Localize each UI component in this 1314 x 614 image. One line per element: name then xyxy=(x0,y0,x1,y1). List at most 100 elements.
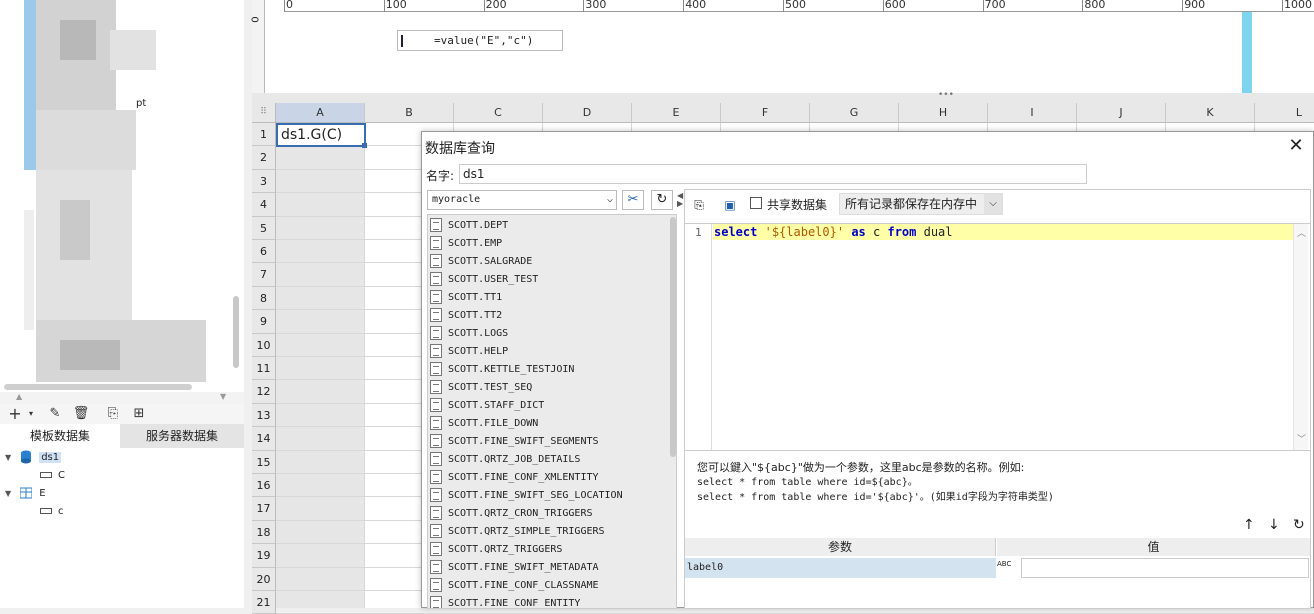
row-header-3[interactable]: 3 xyxy=(252,169,276,194)
row-header-17[interactable]: 17 xyxy=(252,497,276,521)
fill-handle[interactable] xyxy=(362,143,367,148)
sql-editor[interactable]: 1 select '${label0}' as c from dual ︿ ﹀ xyxy=(685,223,1310,451)
row-header-6[interactable]: 6 xyxy=(252,240,276,264)
table-item[interactable]: SCOTT.FINE_CONF_CLASSNAME xyxy=(430,577,599,595)
column-header-c[interactable]: C xyxy=(454,103,543,123)
table-item[interactable]: SCOTT.FINE_SWIFT_SEGMENTS xyxy=(430,433,599,451)
template-tree[interactable]: pt xyxy=(0,0,244,392)
editor-scrollbar[interactable]: ︿ ﹀ xyxy=(1293,224,1308,450)
row-header-1[interactable]: 1 xyxy=(252,123,276,147)
table-item[interactable]: SCOTT.FINE_CONF_ENTITY xyxy=(430,595,580,608)
row-header-15[interactable]: 15 xyxy=(252,450,276,474)
column-header-e[interactable]: E xyxy=(632,103,721,123)
table-item[interactable]: SCOTT.USER_TEST xyxy=(430,271,538,289)
row-header-2[interactable]: 2 xyxy=(252,146,276,170)
delete-icon[interactable]: 🗑 xyxy=(72,405,90,423)
arrow-up-icon[interactable]: ▲ xyxy=(16,392,22,401)
refresh-params-icon[interactable]: ↻ xyxy=(1293,517,1305,533)
close-icon[interactable]: ✕ xyxy=(1286,136,1306,156)
row-header-19[interactable]: 19 xyxy=(252,544,276,568)
table-item[interactable]: SCOTT.FINE_CONF_XMLENTITY xyxy=(430,469,599,487)
table-item[interactable]: SCOTT.HELP xyxy=(430,343,508,361)
panel-resize-bar[interactable]: ▲ ▼ xyxy=(0,392,244,404)
column-header-d[interactable]: D xyxy=(543,103,632,123)
table-item[interactable]: SCOTT.QRTZ_JOB_DETAILS xyxy=(430,451,580,469)
row-header-14[interactable]: 14 xyxy=(252,427,276,451)
name-input[interactable]: ds1 xyxy=(459,164,1087,184)
param-name-cell[interactable]: label0 xyxy=(685,558,996,578)
cell-a1[interactable]: ds1.G(C) xyxy=(276,123,367,148)
column-header-l[interactable]: L xyxy=(1255,103,1314,123)
save-sql-icon[interactable]: ▣ xyxy=(721,196,739,214)
expand-icon[interactable]: ▼ xyxy=(5,489,11,498)
chevron-down-icon[interactable]: ▾ xyxy=(22,405,40,423)
column-header-f[interactable]: F xyxy=(721,103,810,123)
move-down-icon[interactable]: ↓ xyxy=(1268,517,1280,533)
table-item[interactable]: SCOTT.DEPT xyxy=(430,217,508,235)
edit-icon[interactable]: ✎ xyxy=(46,405,64,423)
field-node[interactable]: c xyxy=(40,503,64,521)
table-item[interactable]: SCOTT.FINE_SWIFT_SEG_LOCATION xyxy=(430,487,623,505)
column-header-h[interactable]: H xyxy=(899,103,988,123)
table-item[interactable]: SCOTT.KETTLE_TESTJOIN xyxy=(430,361,574,379)
arrow-down-icon[interactable]: ▼ xyxy=(220,392,226,401)
column-header-g[interactable]: G xyxy=(810,103,899,123)
table-item[interactable]: SCOTT.QRTZ_TRIGGERS xyxy=(430,541,562,559)
string-type-icon[interactable]: ABC xyxy=(997,558,1019,578)
row-header-18[interactable]: 18 xyxy=(252,520,276,545)
column-header-k[interactable]: K xyxy=(1166,103,1255,123)
tree-vertical-scrollbar[interactable] xyxy=(233,296,239,368)
select-all-corner[interactable]: ⠿ xyxy=(252,103,276,123)
dataset-node-ds1[interactable]: ds1 xyxy=(20,449,62,467)
table-list[interactable]: SCOTT.DEPT SCOTT.EMP SCOTT.SALGRADE SCOTT.U… xyxy=(427,214,677,609)
table-item[interactable]: SCOTT.TT1 xyxy=(430,289,502,307)
preview-icon[interactable]: ⎘ xyxy=(690,196,708,214)
dataset-node-e[interactable]: E xyxy=(20,485,46,503)
tab-server-dataset[interactable]: 服务器数据集 xyxy=(120,424,244,448)
table-item[interactable]: SCOTT.STAFF_DICT xyxy=(430,397,544,415)
column-header-i[interactable]: I xyxy=(988,103,1077,123)
connection-select[interactable]: myoracle ⌵ xyxy=(427,190,617,210)
row-header-4[interactable]: 4 xyxy=(252,193,276,217)
column-header-a[interactable]: A xyxy=(276,103,365,123)
column-header-b[interactable]: B xyxy=(365,103,454,123)
row-header-10[interactable]: 10 xyxy=(252,333,276,357)
list-scrollbar[interactable] xyxy=(670,217,676,457)
expand-icon[interactable]: ▼ xyxy=(5,453,11,462)
table-item[interactable]: SCOTT.LOGS xyxy=(430,325,508,343)
scroll-down-icon[interactable]: ﹀ xyxy=(1297,432,1306,445)
row-header-13[interactable]: 13 xyxy=(252,403,276,428)
table-item[interactable]: SCOTT.QRTZ_CRON_TRIGGERS xyxy=(430,505,593,523)
memory-mode-select[interactable]: 所有记录都保存在内存中 ⌵ xyxy=(839,193,1003,215)
row-header-16[interactable]: 16 xyxy=(252,474,276,498)
table-item[interactable]: SCOTT.SALGRADE xyxy=(430,253,532,271)
table-item[interactable]: SCOTT.EMP xyxy=(430,235,502,253)
preview-icon[interactable]: ⎘ xyxy=(104,405,122,423)
connection-settings-icon[interactable]: ✂ xyxy=(622,190,644,210)
field-node[interactable]: C xyxy=(40,467,65,485)
tree-horizontal-scrollbar[interactable] xyxy=(4,384,192,390)
sql-line[interactable]: select '${label0}' as c from dual xyxy=(713,224,1293,240)
column-header-j[interactable]: J xyxy=(1077,103,1166,123)
table-item[interactable]: SCOTT.TT2 xyxy=(430,307,502,325)
collapse-arrows[interactable]: ◀ ▶ xyxy=(677,192,683,208)
tab-template-dataset[interactable]: 模板数据集 xyxy=(0,424,120,448)
dataset-settings-icon[interactable]: ⊞ xyxy=(130,405,148,423)
move-up-icon[interactable]: ↑ xyxy=(1243,517,1255,533)
table-item[interactable]: SCOTT.TEST_SEQ xyxy=(430,379,532,397)
row-header-7[interactable]: 7 xyxy=(252,263,276,287)
header-formula-cell[interactable]: =value("E","c") xyxy=(397,30,563,51)
row-header-8[interactable]: 8 xyxy=(252,286,276,311)
share-dataset-checkbox[interactable] xyxy=(750,197,762,209)
row-header-20[interactable]: 20 xyxy=(252,567,276,591)
table-item[interactable]: SCOTT.FILE_DOWN xyxy=(430,415,538,433)
table-item[interactable]: SCOTT.FINE_SWIFT_METADATA xyxy=(430,559,599,577)
row-header-21[interactable]: 21 xyxy=(252,591,276,614)
horizontal-splitter[interactable]: ••• xyxy=(252,90,1314,103)
param-value-input[interactable] xyxy=(1021,558,1309,578)
refresh-icon[interactable]: ↻ xyxy=(651,190,673,210)
row-header-5[interactable]: 5 xyxy=(252,216,276,240)
row-header-11[interactable]: 11 xyxy=(252,357,276,381)
row-header-12[interactable]: 12 xyxy=(252,380,276,404)
scroll-up-icon[interactable]: ︿ xyxy=(1297,226,1306,239)
